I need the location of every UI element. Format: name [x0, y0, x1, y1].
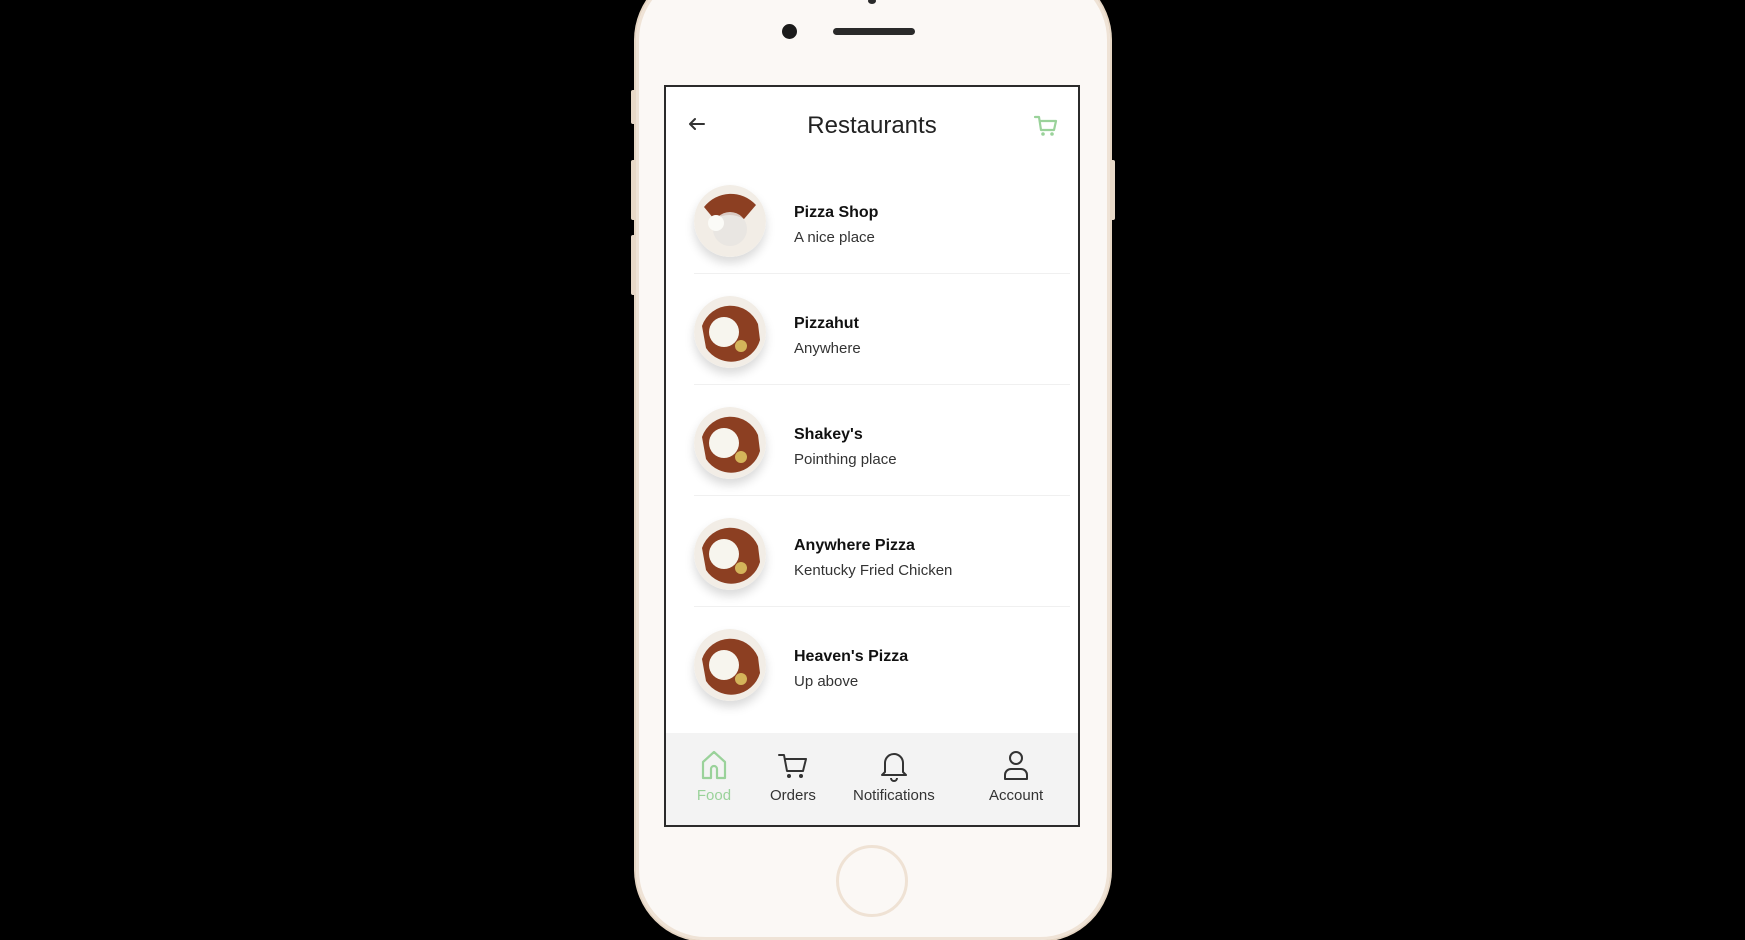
user-icon	[1004, 751, 1029, 780]
phone-frame: Restaurants Pizza Shop A nice place Pizz…	[631, 0, 1115, 940]
cart-icon	[777, 754, 807, 778]
tab-account[interactable]: Account	[989, 747, 1043, 804]
restaurant-description: Pointhing place	[794, 451, 897, 468]
tab-food[interactable]: Food	[696, 747, 732, 804]
tab-notifications[interactable]: Notifications	[853, 747, 935, 804]
page-title: Restaurants	[807, 112, 937, 139]
restaurant-name: Anywhere Pizza	[794, 537, 915, 554]
sensor-dot	[868, 0, 876, 4]
restaurant-description: Kentucky Fried Chicken	[794, 562, 953, 579]
restaurant-thumbnail	[694, 185, 766, 257]
list-item[interactable]: Anywhere Pizza Kentucky Fried Chicken	[694, 496, 1070, 607]
bottom-tab-bar: Food Orders Notifications Account	[666, 733, 1078, 825]
app-screen: Restaurants Pizza Shop A nice place Pizz…	[664, 85, 1080, 827]
tab-orders[interactable]: Orders	[770, 747, 816, 804]
mute-switch	[631, 90, 636, 124]
earpiece-speaker	[833, 28, 915, 35]
volume-down-button	[631, 235, 636, 295]
restaurant-name: Heaven's Pizza	[794, 648, 909, 665]
restaurant-thumbnail	[694, 518, 766, 590]
restaurant-list: Pizza Shop A nice place Pizzahut Anywher…	[694, 163, 1070, 717]
home-icon	[701, 750, 727, 780]
restaurant-name: Pizza Shop	[794, 204, 879, 221]
tab-label: Notifications	[853, 787, 935, 804]
front-camera	[782, 24, 797, 39]
restaurant-thumbnail	[694, 629, 766, 701]
list-item[interactable]: Heaven's Pizza Up above	[694, 607, 1070, 717]
volume-up-button	[631, 160, 636, 220]
list-item[interactable]: Shakey's Pointhing place	[694, 385, 1070, 496]
restaurant-name: Shakey's	[794, 426, 863, 443]
restaurant-description: Anywhere	[794, 340, 861, 357]
power-button	[1110, 160, 1115, 220]
home-button[interactable]	[836, 845, 908, 917]
cart-icon[interactable]	[1032, 111, 1060, 139]
restaurant-name: Pizzahut	[794, 315, 859, 332]
tab-label: Orders	[770, 787, 816, 804]
restaurant-thumbnail	[694, 407, 766, 479]
restaurant-description: Up above	[794, 673, 859, 690]
restaurant-description: A nice place	[794, 229, 875, 246]
list-item[interactable]: Pizzahut Anywhere	[694, 274, 1070, 385]
app-header: Restaurants	[666, 87, 1078, 163]
tab-label: Food	[696, 787, 732, 804]
list-item[interactable]: Pizza Shop A nice place	[694, 163, 1070, 274]
bell-icon	[880, 753, 907, 782]
restaurant-thumbnail	[694, 296, 766, 368]
tab-label: Account	[989, 787, 1044, 804]
